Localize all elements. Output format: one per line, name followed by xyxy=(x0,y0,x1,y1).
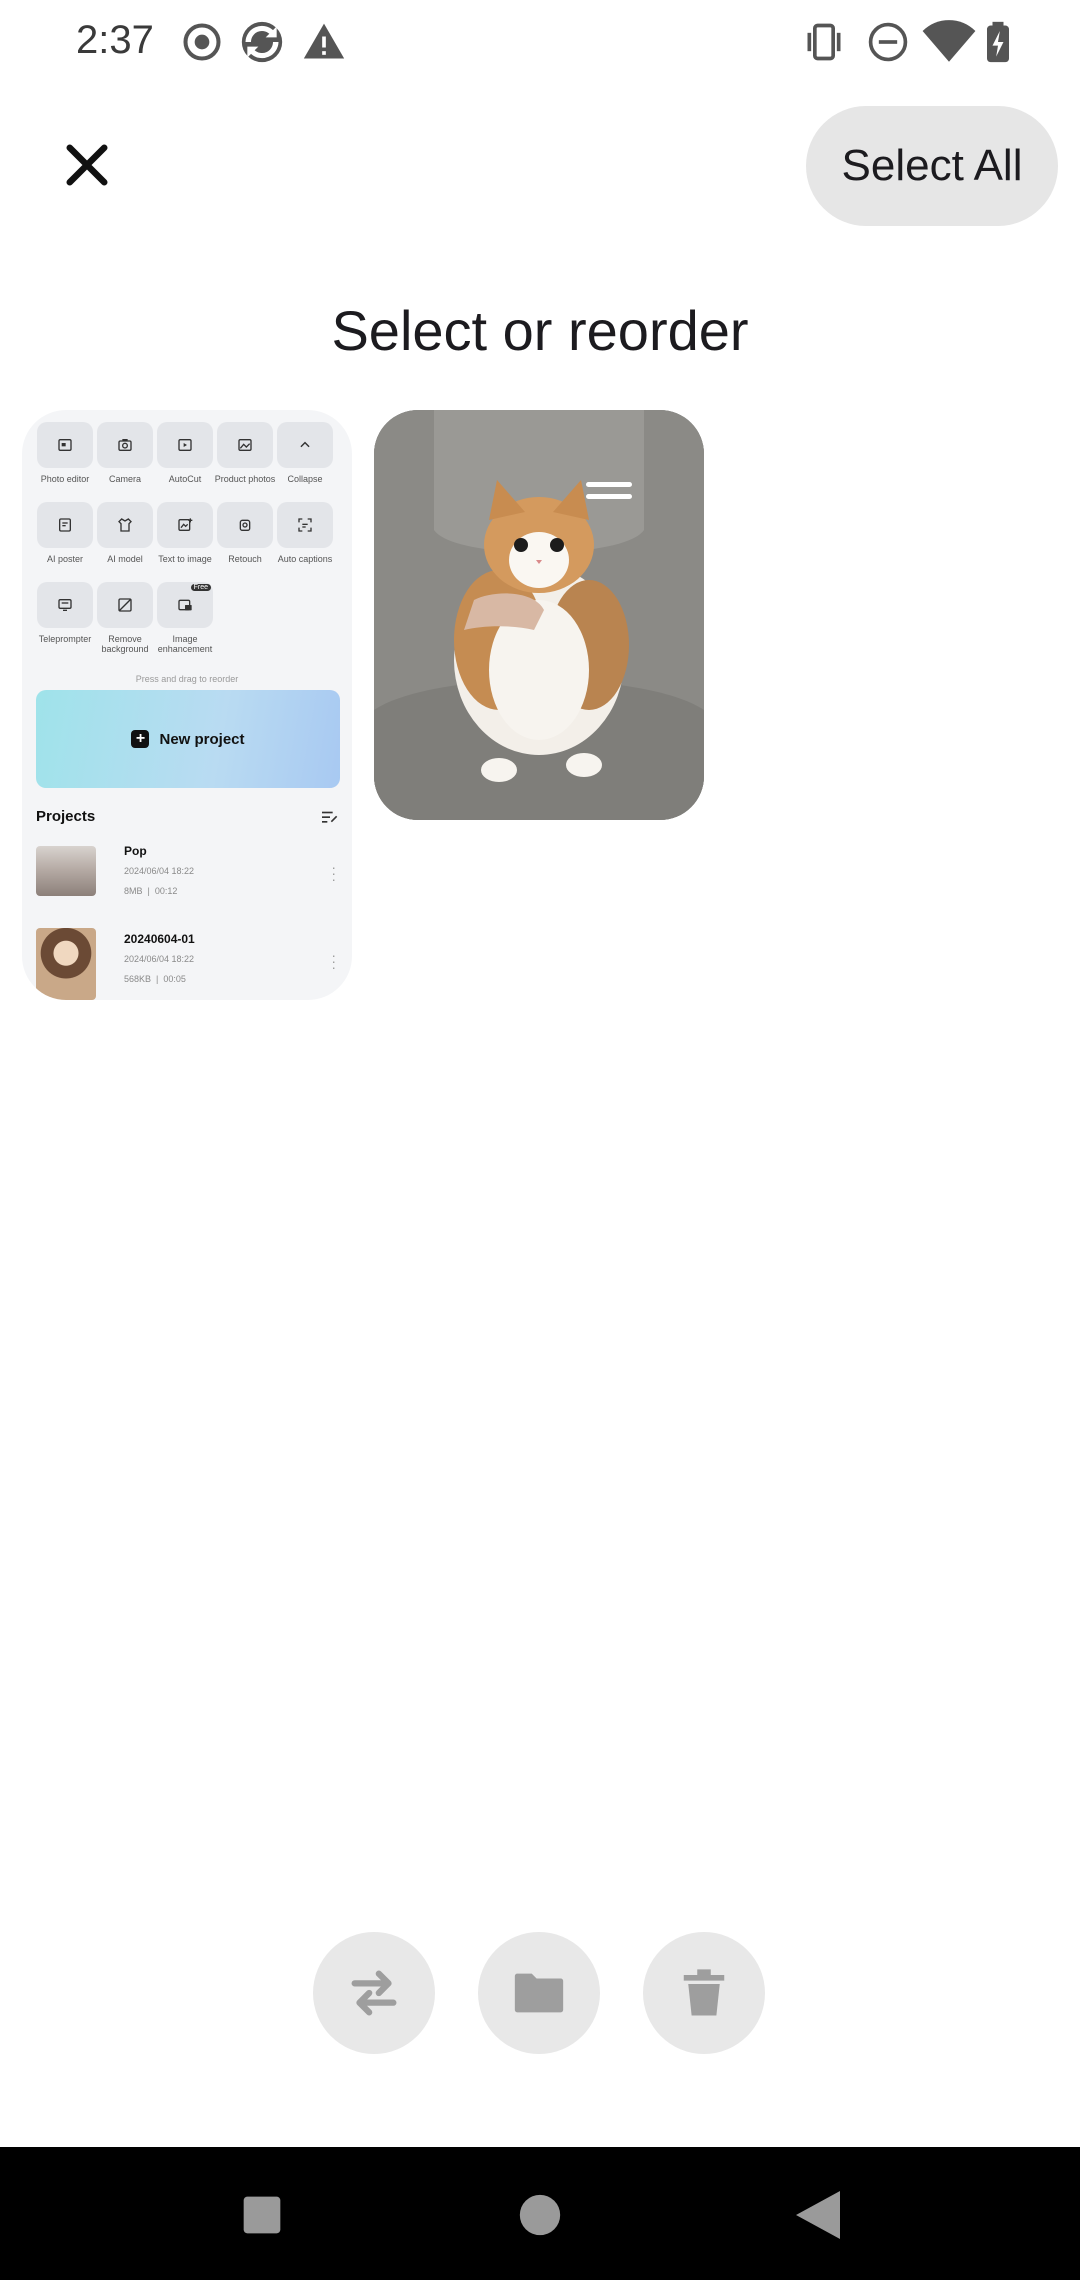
mini-new-project-button: + New project xyxy=(36,690,340,788)
mini-tool-ai-poster: AI poster xyxy=(37,502,93,564)
product-photos-icon xyxy=(238,439,252,451)
mini-tool-auto-captions: Auto captions xyxy=(277,502,333,564)
teleprompter-icon xyxy=(58,599,72,611)
mini-tool-camera: Camera xyxy=(97,422,153,484)
mini-tool-photo-editor: Photo editor xyxy=(37,422,93,484)
project-thumbnail xyxy=(36,928,96,1000)
camera-icon xyxy=(118,439,132,451)
close-icon xyxy=(66,144,108,186)
image-enhancement-icon xyxy=(178,599,192,611)
ai-model-icon xyxy=(118,518,132,532)
move-to-folder-button[interactable] xyxy=(478,1932,600,2054)
home-icon xyxy=(519,2194,561,2236)
project-thumbnail xyxy=(36,846,96,896)
mini-tool-ai-model: AI model xyxy=(97,502,153,564)
free-badge: Free xyxy=(190,584,211,591)
photo-editor-icon xyxy=(58,439,72,451)
status-time: 2:37 xyxy=(76,18,154,62)
reorder-hint: Press and drag to reorder xyxy=(135,674,239,684)
page-title: Select or reorder xyxy=(331,299,749,362)
more-icon: · · · xyxy=(331,947,336,975)
more-icon: · · · xyxy=(331,859,336,887)
mini-tool-collapse: Collapse xyxy=(277,422,333,484)
mini-tool-autocut: AutoCut xyxy=(157,422,213,484)
mini-tool-product-photos: Product photos xyxy=(215,422,275,484)
trash-icon xyxy=(683,1969,725,2016)
auto-captions-icon xyxy=(298,518,312,532)
status-bar: 2:37 xyxy=(0,0,1080,86)
vibrate-icon xyxy=(807,23,841,61)
thumbnail-kitten-photo[interactable] xyxy=(374,410,704,820)
recents-icon xyxy=(243,2196,281,2234)
mini-tool-teleprompter: Teleprompter xyxy=(37,582,93,644)
plus-icon: + xyxy=(131,730,150,748)
battery-icon xyxy=(987,21,1009,63)
ai-poster-icon xyxy=(59,518,71,532)
navigation-bar xyxy=(0,2147,1080,2280)
mini-tool-remove-background: Remove background xyxy=(97,582,153,654)
remove-background-icon xyxy=(118,598,132,612)
delete-button[interactable] xyxy=(643,1932,765,2054)
autocut-icon xyxy=(178,439,192,451)
chevron-up-icon xyxy=(300,441,310,448)
select-all-button[interactable]: Select All xyxy=(806,106,1058,226)
swap-arrows-icon xyxy=(351,1970,397,2016)
dnd-icon xyxy=(868,22,908,62)
home-button[interactable] xyxy=(512,2187,568,2243)
thumbnail-app-screenshot[interactable]: Photo editor Camera AutoCut Product phot… xyxy=(22,410,352,1000)
back-icon xyxy=(796,2191,840,2239)
close-button[interactable] xyxy=(52,130,122,200)
mini-tool-text-to-image: Text to image xyxy=(157,502,213,564)
mini-project-row: 20240604-01 2024/06/04 18:22 568KB | 00:… xyxy=(36,928,340,1000)
drag-handle-icon[interactable] xyxy=(586,480,632,504)
swap-button[interactable] xyxy=(313,1932,435,2054)
recents-button[interactable] xyxy=(234,2187,290,2243)
wifi-icon xyxy=(922,20,976,62)
kitten-photo xyxy=(374,410,704,820)
sync-icon xyxy=(241,21,283,63)
mini-projects-title: Projects xyxy=(36,808,96,825)
mini-tool-retouch: Retouch xyxy=(217,502,273,564)
retouch-icon xyxy=(239,519,251,531)
warning-icon xyxy=(303,23,345,59)
folder-icon xyxy=(514,1973,564,2013)
back-button[interactable] xyxy=(790,2187,846,2243)
sort-icon xyxy=(322,811,338,823)
mini-project-row: Pop 2024/06/04 18:22 8MB | 00:12 · · · xyxy=(36,840,340,916)
mini-tool-image-enhancement: Free Image enhancement xyxy=(157,582,213,654)
text-to-image-icon xyxy=(178,518,193,531)
record-icon xyxy=(183,23,221,61)
